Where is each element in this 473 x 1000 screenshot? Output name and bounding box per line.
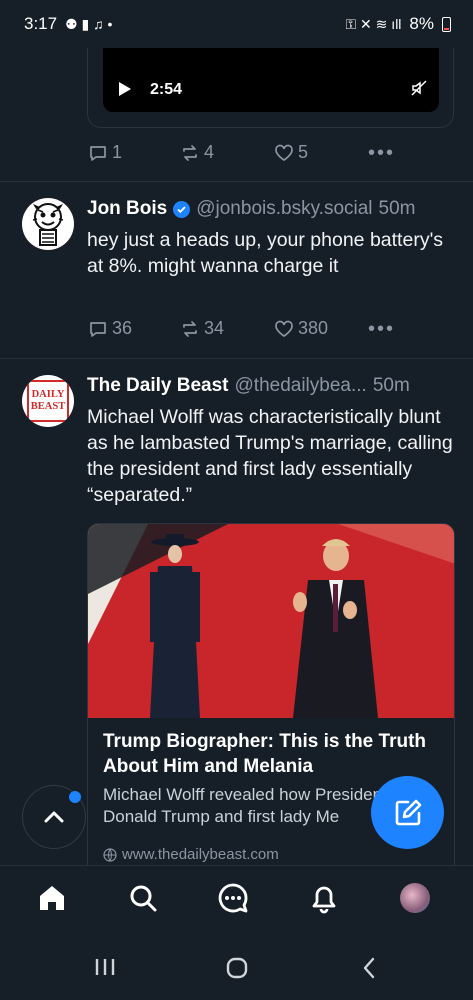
system-home-icon [226,957,248,979]
bottom-nav [0,865,473,933]
video-duration: 2:54 [150,81,183,98]
battery-percent: 8% [409,14,434,33]
bell-icon [312,886,336,914]
repost-icon [183,320,197,337]
home-system-button[interactable] [226,957,248,984]
avatar[interactable]: DAILY BEAST [22,375,74,427]
nav-chat[interactable] [215,880,251,916]
battery-icon [442,16,451,32]
author-handle[interactable]: @thedailybea... [235,375,367,397]
author-name[interactable]: The Daily Beast [87,375,229,397]
like-button[interactable]: 5 [274,142,308,163]
recent-apps-button[interactable] [94,957,116,982]
feed[interactable]: 2:54 1 4 5 ••• Jon Bois @jonbois.bsky.so… [0,48,473,865]
clock: 3:17 [24,14,58,33]
reply-count: 1 [112,142,123,162]
reply-count: 36 [112,318,133,338]
repost-button[interactable]: 4 [180,142,214,163]
author-handle[interactable]: @jonbois.bsky.social [196,198,372,220]
heart-icon [275,144,293,161]
link-card-image [88,524,454,718]
reply-icon [90,321,106,337]
like-count: 380 [298,318,329,338]
profile-avatar [400,883,430,913]
like-button[interactable]: 380 [274,318,328,339]
mute-icon[interactable] [411,80,427,96]
nav-profile[interactable] [397,880,433,916]
post-text: Michael Wolff was characteristically blu… [87,406,453,506]
nav-search[interactable] [125,880,161,916]
video-player[interactable]: 2:54 [103,48,439,112]
nav-notifications[interactable] [306,880,342,916]
daily-beast-logo: DAILY BEAST [27,380,69,422]
status-left: 3:17 ⚉ ▮ ♫ • [24,14,112,34]
status-right: ⚿ ✕ ≋ ıll 8% [346,14,451,34]
avatar[interactable] [22,198,74,250]
compose-button[interactable] [371,776,444,849]
post-header: The Daily Beast @thedailybea... 50m [87,375,410,397]
notification-icons: ⚉ ▮ ♫ • [65,15,113,32]
post-time: 50m [378,198,416,219]
more-options-icon[interactable]: ••• [368,318,395,341]
repost-icon [183,144,197,161]
reply-button[interactable]: 1 [88,142,122,163]
verified-badge-icon [173,200,191,218]
play-icon[interactable] [119,82,131,96]
post-divider [0,358,473,359]
system-nav-bar [0,935,473,1000]
back-button[interactable] [362,957,376,984]
post-divider [0,181,473,182]
heart-icon [275,320,293,337]
link-card-domain: www.thedailybeast.com [103,846,279,863]
reply-button[interactable]: 36 [88,318,132,339]
status-bar: 3:17 ⚉ ▮ ♫ • ⚿ ✕ ≋ ıll 8% [0,0,473,48]
post-time: 50m [372,375,410,396]
tiger-avatar-icon [32,203,64,246]
link-domain-text: www.thedailybeast.com [122,846,279,863]
chevron-up-icon [44,811,64,823]
home-icon [40,886,64,910]
repost-count: 4 [204,142,215,162]
author-name[interactable]: Jon Bois [87,198,167,220]
post-header: Jon Bois @jonbois.bsky.social 50m [87,198,416,220]
globe-icon [103,847,117,862]
new-posts-indicator [69,791,81,803]
back-icon [363,957,375,979]
signal-icons: ⚿ ✕ ≋ ıll [345,15,402,32]
reply-icon [90,145,106,161]
repost-button[interactable]: 34 [180,318,224,339]
link-card-title: Trump Biographer: This is the Truth Abou… [103,731,427,777]
chat-icon [218,883,248,913]
search-icon [130,885,157,912]
more-options-icon[interactable]: ••• [368,142,395,165]
like-count: 5 [298,142,309,162]
nav-home[interactable] [34,880,70,916]
compose-icon [395,799,421,825]
post-text: hey just a heads up, your phone battery'… [87,229,444,277]
repost-count: 34 [204,318,225,338]
recent-apps-icon [95,959,115,975]
